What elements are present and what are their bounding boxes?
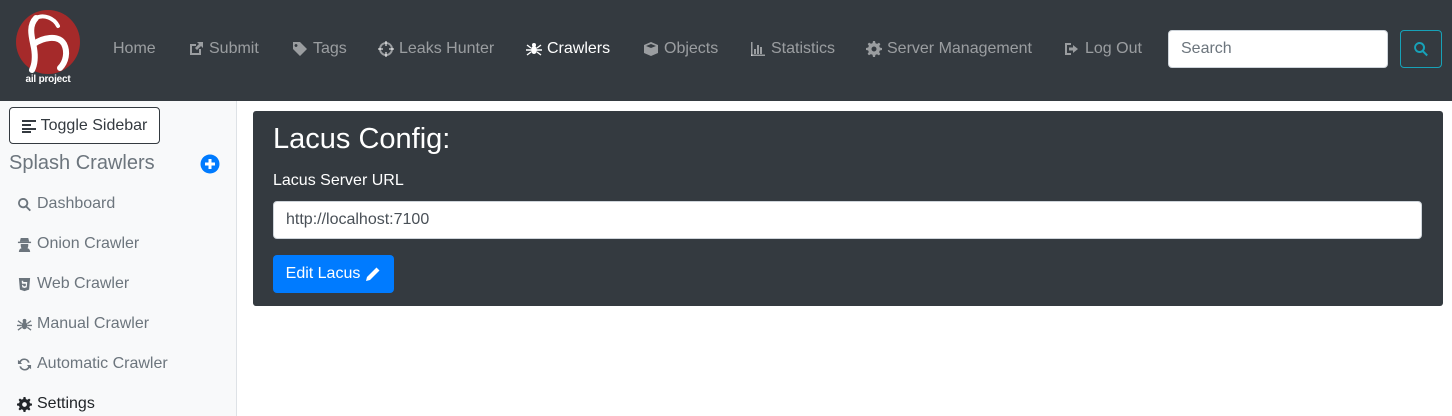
brand-text: ail project xyxy=(25,74,71,85)
crosshairs-icon xyxy=(378,41,394,57)
external-link-icon xyxy=(188,41,204,57)
nav-home-label: Home xyxy=(113,40,156,57)
toggle-sidebar-label: Toggle Sidebar xyxy=(40,116,148,134)
sidebar-item-manual-crawler[interactable]: Manual Crawler xyxy=(17,312,149,336)
nav-leaks-hunter-label: Leaks Hunter xyxy=(399,40,495,57)
search-input[interactable] xyxy=(1168,30,1388,68)
pencil-icon xyxy=(366,267,380,281)
sidebar-item-label: Settings xyxy=(37,395,95,412)
sidebar-item-settings[interactable]: Settings xyxy=(17,392,95,416)
spider-icon xyxy=(17,317,32,332)
nav-objects[interactable]: Objects xyxy=(643,37,718,61)
search-icon xyxy=(1414,42,1428,57)
nav-log-out-label: Log Out xyxy=(1085,40,1142,57)
nav-leaks-hunter[interactable]: Leaks Hunter xyxy=(378,37,494,61)
nav-server-management[interactable]: Server Management xyxy=(866,37,1032,61)
sidebar-item-label: Manual Crawler xyxy=(37,315,150,332)
user-secret-icon xyxy=(17,237,32,252)
edit-lacus-button[interactable]: Edit Lacus xyxy=(273,255,394,293)
nav-crawlers[interactable]: Crawlers xyxy=(526,37,610,61)
plus-circle-icon[interactable] xyxy=(200,154,220,174)
sidebar: Toggle Sidebar Splash Crawlers Dashboard… xyxy=(0,101,237,416)
nav-statistics-label: Statistics xyxy=(771,40,836,57)
toggle-sidebar-button[interactable]: Toggle Sidebar xyxy=(9,107,160,144)
sidebar-item-web-crawler[interactable]: Web Crawler xyxy=(17,272,129,296)
sidebar-item-label: Onion Crawler xyxy=(37,235,140,252)
html5-icon xyxy=(17,277,32,292)
bar-chart-icon xyxy=(750,41,766,57)
lacus-url-label: Lacus Server URL xyxy=(273,172,404,189)
nav-log-out[interactable]: Log Out xyxy=(1064,37,1142,61)
spider-icon xyxy=(526,41,542,57)
cog-icon xyxy=(866,41,882,57)
ail-logo-icon xyxy=(16,10,80,74)
lacus-config-card: Lacus Config: Lacus Server URL Edit Lacu… xyxy=(253,111,1443,306)
nav-tags[interactable]: Tags xyxy=(292,37,347,61)
tag-icon xyxy=(292,41,308,57)
ail-logo[interactable]: ail project xyxy=(14,8,82,90)
sidebar-item-label: Dashboard xyxy=(37,195,116,212)
nav-submit[interactable]: Submit xyxy=(188,37,259,61)
cube-icon xyxy=(643,41,659,57)
align-left-icon xyxy=(21,119,36,133)
sign-out-icon xyxy=(1064,41,1080,57)
search-button[interactable] xyxy=(1400,30,1442,68)
nav-home[interactable]: Home xyxy=(113,37,156,61)
edit-lacus-label: Edit Lacus xyxy=(285,265,361,282)
nav-tags-label: Tags xyxy=(313,40,347,57)
sidebar-item-dashboard[interactable]: Dashboard xyxy=(17,192,115,216)
nav-crawlers-label: Crawlers xyxy=(547,40,611,57)
lacus-url-input[interactable] xyxy=(273,201,1422,239)
sidebar-item-onion-crawler[interactable]: Onion Crawler xyxy=(17,232,139,256)
sync-icon xyxy=(17,357,32,372)
cog-icon xyxy=(17,396,32,412)
sidebar-item-automatic-crawler[interactable]: Automatic Crawler xyxy=(17,352,168,376)
nav-submit-label: Submit xyxy=(209,40,259,57)
card-title: Lacus Config: xyxy=(273,123,451,155)
nav-server-management-label: Server Management xyxy=(887,40,1032,57)
sidebar-item-label: Automatic Crawler xyxy=(37,355,168,372)
sidebar-item-label: Web Crawler xyxy=(37,275,130,292)
nav-objects-label: Objects xyxy=(664,40,719,57)
sidebar-heading: Splash Crawlers xyxy=(9,152,155,174)
search-icon xyxy=(17,197,32,212)
top-navbar: ail project Home Submit Tags Leaks Hunte… xyxy=(0,0,1452,101)
nav-statistics[interactable]: Statistics xyxy=(750,37,835,61)
